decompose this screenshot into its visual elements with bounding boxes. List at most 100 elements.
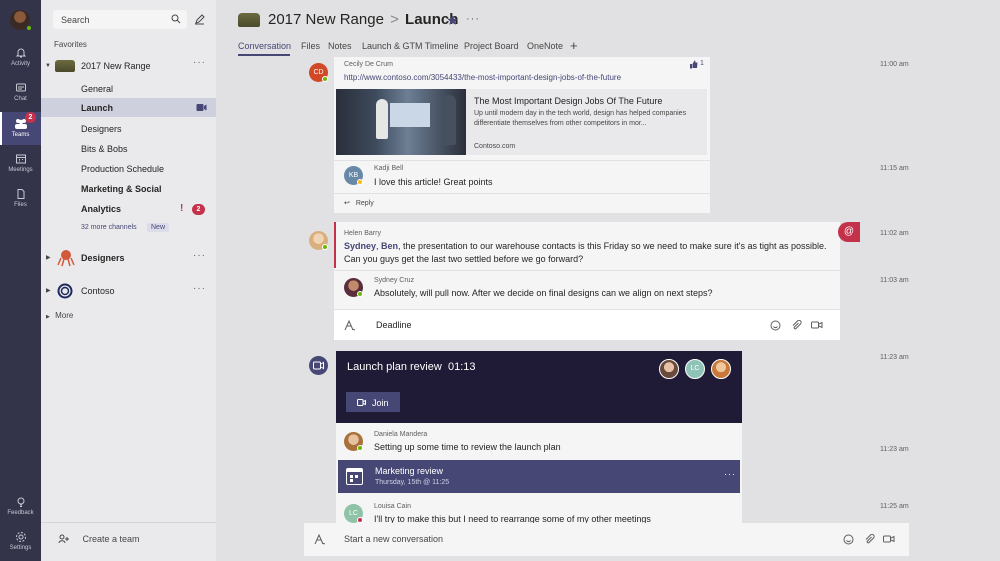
channel-marketing-social[interactable]: Marketing & Social <box>81 184 162 194</box>
channel-production-schedule[interactable]: Production Schedule <box>81 164 164 174</box>
meeting-title: Launch plan review <box>347 361 442 373</box>
add-tab-button[interactable]: + <box>570 38 578 53</box>
preview-person <box>376 99 388 139</box>
rail-meetings[interactable]: Meetings <box>0 150 41 180</box>
analytics-badge: 2 <box>192 204 205 215</box>
participant-avatar <box>711 359 731 379</box>
compose-bar[interactable]: Start a new conversation <box>304 523 909 556</box>
tab-notes[interactable]: Notes <box>328 41 352 51</box>
reply-compose-box[interactable]: Deadline <box>334 309 840 340</box>
reply-button[interactable]: ↩ Reply <box>344 199 374 207</box>
meet-now-icon[interactable] <box>883 534 895 544</box>
more-options-icon[interactable]: ··· <box>193 283 206 294</box>
meet-now-icon[interactable] <box>811 320 823 330</box>
rail-teams[interactable]: Teams 2 <box>0 112 41 145</box>
emoji-icon[interactable] <box>843 534 854 545</box>
sofa-icon <box>55 60 75 72</box>
chat-icon <box>15 83 26 92</box>
create-team-button[interactable]: Create a team <box>58 533 140 544</box>
channel-launch[interactable]: Launch <box>81 103 113 113</box>
more-options-icon[interactable]: ··· <box>193 250 206 261</box>
event-title: Marketing review <box>375 466 444 476</box>
format-icon[interactable] <box>344 320 356 331</box>
participant-avatar <box>659 359 679 379</box>
preview-image <box>336 89 466 155</box>
breadcrumb-separator: > <box>390 11 399 28</box>
video-icon <box>196 104 207 111</box>
search-input[interactable]: Search <box>53 10 187 29</box>
format-icon[interactable] <box>314 534 326 545</box>
tab-launch-gtm-timeline[interactable]: Launch & GTM Timeline <box>362 41 459 51</box>
bell-icon <box>15 48 26 58</box>
message-text: Setting up some time to review the launc… <box>374 442 561 452</box>
more-channels-link[interactable]: 32 more channels <box>81 224 137 231</box>
meeting-card: Launch plan review 01:13 LC Join <box>336 351 742 423</box>
channel-designers[interactable]: Designers <box>81 124 122 134</box>
meeting-duration: 01:13 <box>448 361 476 373</box>
tab-project-board[interactable]: Project Board <box>464 41 519 51</box>
team-designers[interactable]: ▶ Designers ··· <box>41 247 216 269</box>
caret-down-icon: ▼ <box>45 63 51 69</box>
emoji-icon[interactable] <box>770 320 781 331</box>
important-bar <box>334 222 336 268</box>
rail-feedback-label: Feedback <box>7 510 34 516</box>
event-more-icon[interactable]: ··· <box>724 469 736 479</box>
file-icon <box>17 189 24 199</box>
breadcrumb-team[interactable]: 2017 New Range <box>268 11 384 28</box>
channel-general[interactable]: General <box>81 84 113 94</box>
avatar-initials: CD <box>313 69 324 76</box>
rail-settings-label: Settings <box>9 545 32 551</box>
message-body: , the presentation to our warehouse cont… <box>344 241 827 264</box>
like-icon[interactable] <box>689 60 698 69</box>
message-text: I love this article! Great points <box>374 177 493 187</box>
rail-chat[interactable]: Chat <box>0 79 41 109</box>
more-options-icon[interactable]: ··· <box>193 57 206 68</box>
caret-right-icon: ▶ <box>46 314 50 320</box>
caret-right-icon: ▶ <box>46 255 51 261</box>
link-preview[interactable]: The Most Important Design Jobs Of The Fu… <box>336 89 707 155</box>
channel-analytics[interactable]: Analytics <box>81 204 121 214</box>
calendar-dot <box>355 475 358 478</box>
message-time: 11:23 am <box>880 354 909 361</box>
compose-icon[interactable] <box>194 14 205 25</box>
calendar-icon <box>15 154 26 164</box>
join-button[interactable]: Join <box>346 392 400 412</box>
rail-settings[interactable]: Settings <box>0 531 41 557</box>
tab-onenote[interactable]: OneNote <box>527 41 563 51</box>
team-2017-new-range[interactable]: ▼ 2017 New Range ··· <box>41 56 216 78</box>
message-author: Helen Barry <box>344 230 381 237</box>
event-card[interactable]: Marketing review Thursday, 15th @ 11:25 … <box>338 460 740 493</box>
preview-screen <box>390 103 430 127</box>
mention-ben[interactable]: Ben <box>381 241 398 251</box>
more-teams[interactable]: ▶ More <box>46 311 73 320</box>
message-author: Louisa Cain <box>374 503 411 510</box>
star-icon[interactable] <box>447 15 458 26</box>
rail-files[interactable]: Feedback Files <box>0 185 41 215</box>
message-author: Sydney Cruz <box>374 277 415 284</box>
rail-feedback[interactable]: Feedback <box>0 496 41 522</box>
team-contoso[interactable]: ▶ Contoso ··· <box>41 280 216 302</box>
attach-icon[interactable] <box>791 320 802 331</box>
join-label: Join <box>372 397 389 408</box>
channel-launch-row[interactable] <box>41 98 216 117</box>
tab-conversation[interactable]: Conversation <box>238 41 291 51</box>
rail-activity[interactable]: Activity <box>0 44 41 74</box>
video-icon <box>313 361 324 370</box>
breadcrumb: 2017 New Range > Launch <box>268 11 458 28</box>
attach-icon[interactable] <box>864 534 875 545</box>
message-link[interactable]: http://www.contoso.com/3054433/the-most-… <box>344 71 621 84</box>
presence-status <box>322 244 328 250</box>
user-avatar[interactable] <box>10 10 32 31</box>
rail-meetings-label: Meetings <box>8 167 33 173</box>
channel-more-icon[interactable]: ··· <box>466 13 480 25</box>
calendar-icon <box>346 468 363 485</box>
tab-files[interactable]: Files <box>301 41 320 51</box>
preview-title: The Most Important Design Jobs Of The Fu… <box>474 96 663 106</box>
event-date: Thursday, 15th @ 11:25 <box>375 479 450 486</box>
more-label: More <box>55 311 74 320</box>
avatar-initials: KB <box>348 172 359 179</box>
channel-bits-bobs[interactable]: Bits & Bobs <box>81 144 128 154</box>
search-placeholder: Search <box>61 15 90 25</box>
rail-chat-label: Chat <box>14 96 27 102</box>
mention-sydney[interactable]: Sydney <box>344 241 376 251</box>
